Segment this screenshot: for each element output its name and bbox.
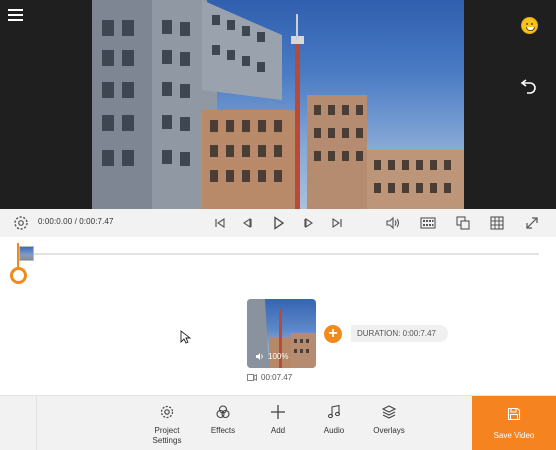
toolbar-divider xyxy=(36,396,37,450)
project-settings-label: Project Settings xyxy=(152,426,182,445)
effects-label: Effects xyxy=(210,426,236,435)
audio-button[interactable]: Audio xyxy=(306,404,362,436)
bottom-toolbar: Project Settings Effects Add Audio Overl… xyxy=(0,395,556,450)
save-video-button[interactable]: Save Video xyxy=(472,396,556,450)
grid-icon[interactable] xyxy=(488,214,506,232)
smiley-emoji-icon[interactable] xyxy=(521,17,538,34)
plus-icon xyxy=(271,405,285,419)
floppy-disk-icon xyxy=(507,407,521,421)
add-label: Add xyxy=(270,426,286,435)
track-thumbnail xyxy=(19,246,34,261)
building-scene-image xyxy=(92,0,464,209)
audio-label: Audio xyxy=(323,426,345,435)
add-clip-button[interactable]: + xyxy=(324,325,342,343)
fullscreen-icon[interactable] xyxy=(523,214,541,232)
playhead-line xyxy=(17,243,19,269)
skip-to-end-icon[interactable] xyxy=(328,214,346,232)
layers-icon xyxy=(381,405,397,419)
playhead-handle[interactable] xyxy=(10,267,27,284)
undo-icon[interactable] xyxy=(518,74,540,96)
clip-duration: 00:07.47 xyxy=(247,373,292,382)
volume-icon[interactable] xyxy=(384,214,402,232)
clip-volume-label: 100% xyxy=(268,352,289,361)
playback-bar: 0:00:0.00 / 0:00:7.47 xyxy=(0,209,556,237)
add-button[interactable]: Add xyxy=(250,404,306,436)
clip-volume: 100% xyxy=(255,352,288,361)
project-settings-button[interactable]: Project Settings xyxy=(139,404,195,446)
timecode: 0:00:0.00 / 0:00:7.47 xyxy=(38,217,114,226)
overlays-label: Overlays xyxy=(373,426,405,435)
timeline-track[interactable] xyxy=(33,253,539,255)
effects-button[interactable]: Effects xyxy=(195,404,251,436)
effects-icon xyxy=(216,405,230,419)
step-forward-icon[interactable] xyxy=(300,214,318,232)
save-video-label: Save Video xyxy=(493,431,535,440)
overlays-button[interactable]: Overlays xyxy=(361,404,417,436)
clip-volume-icon xyxy=(256,353,263,360)
play-icon[interactable] xyxy=(269,214,287,232)
music-note-icon xyxy=(327,404,341,419)
clip-duration-label: 00:07.47 xyxy=(261,373,293,382)
video-editor-app: 0:00:0.00 / 0:00:7.47 100% 00:07.47 + DU… xyxy=(0,0,556,450)
hamburger-icon[interactable] xyxy=(8,9,26,25)
settings-gear-icon[interactable] xyxy=(12,214,30,232)
video-camera-icon xyxy=(247,374,257,381)
video-preview xyxy=(0,0,556,209)
video-clip[interactable]: 100% xyxy=(247,299,316,368)
duration-label[interactable]: DURATION: 0:00:7.47 xyxy=(351,325,448,342)
project-settings-gear-icon xyxy=(160,405,174,419)
timeline: 100% 00:07.47 + DURATION: 0:00:7.47 xyxy=(0,237,556,395)
mouse-cursor-icon xyxy=(180,330,191,344)
video-frame xyxy=(92,0,464,209)
resize-icon[interactable] xyxy=(454,214,472,232)
step-back-icon[interactable] xyxy=(238,214,256,232)
skip-to-start-icon[interactable] xyxy=(211,214,229,232)
aspect-ratio-icon[interactable] xyxy=(419,214,437,232)
